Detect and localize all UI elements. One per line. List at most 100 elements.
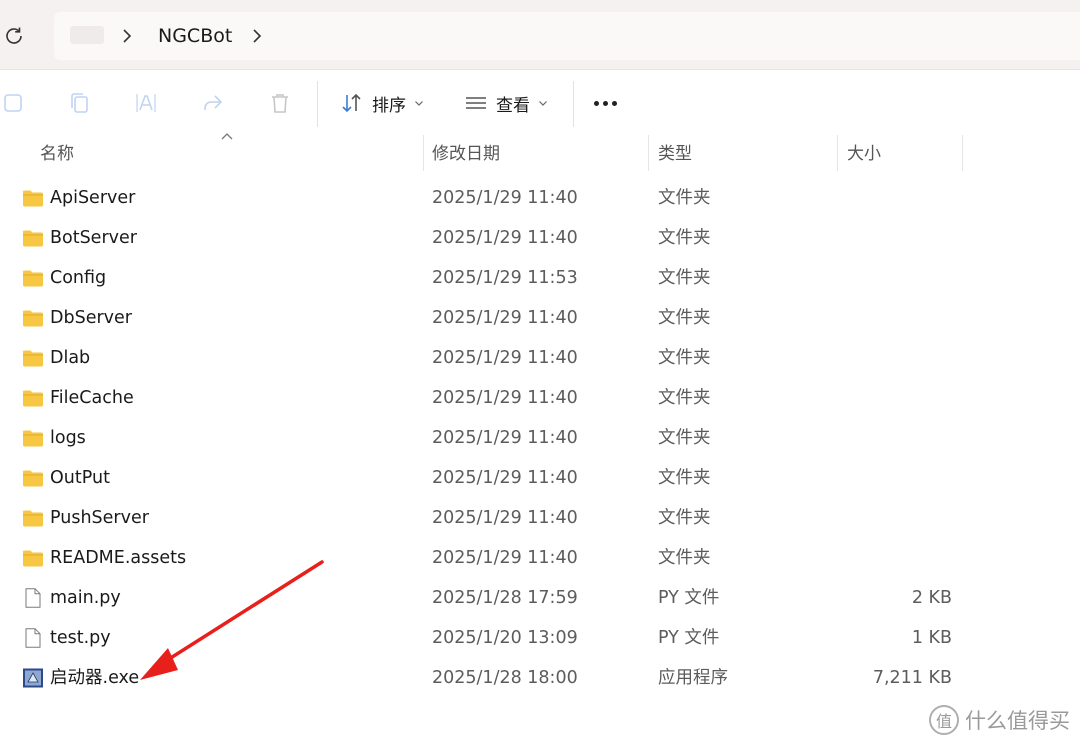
file-date: 2025/1/28 18:00 [432,668,578,688]
file-name: README.assets [50,548,187,568]
copy-icon[interactable] [68,91,92,115]
file-name: ApiServer [50,188,136,208]
file-date: 2025/1/29 11:40 [432,348,578,368]
file-date: 2025/1/29 11:40 [432,508,578,528]
file-date: 2025/1/29 11:40 [432,308,578,328]
file-date: 2025/1/29 11:40 [432,428,578,448]
column-divider[interactable] [962,135,963,171]
address-bar: NGCBot [0,0,1080,70]
sort-icon [342,93,361,113]
file-date: 2025/1/29 11:40 [432,228,578,248]
file-row[interactable]: DbServer 2025/1/29 11:40 文件夹 [0,298,1080,338]
file-type: 文件夹 [658,348,711,368]
view-button[interactable]: 查看 [464,88,548,118]
column-header-name[interactable]: 名称 [40,135,74,173]
file-type: 文件夹 [658,188,711,208]
share-icon[interactable] [201,91,225,115]
file-row[interactable]: Config 2025/1/29 11:53 文件夹 [0,258,1080,298]
breadcrumb-item-ngcbot[interactable]: NGCBot [158,24,232,48]
folder-icon [23,230,43,247]
file-row[interactable]: ApiServer 2025/1/29 11:40 文件夹 [0,178,1080,218]
file-row[interactable]: logs 2025/1/29 11:40 文件夹 [0,418,1080,458]
file-date: 2025/1/28 17:59 [432,588,578,608]
command-bar: 排序 查看 [0,71,1080,135]
file-name: Dlab [50,348,91,368]
file-type: 文件夹 [658,268,711,288]
cut-icon[interactable] [2,91,26,115]
file-type: PY 文件 [658,588,720,608]
sort-label: 排序 [372,95,406,116]
delete-icon[interactable] [268,91,292,115]
folder-icon [23,510,43,527]
file-type: PY 文件 [658,628,720,648]
file-date: 2025/1/29 11:53 [432,268,578,288]
watermark-logo-icon: 值 [929,705,959,735]
file-name: 启动器.exe [50,668,140,688]
file-type: 应用程序 [658,668,728,688]
folder-icon [23,350,43,367]
watermark-text: 什么值得买 [965,709,1070,733]
column-divider[interactable] [423,135,424,171]
column-divider[interactable] [648,135,649,171]
toolbar-separator [573,81,574,127]
folder-icon [23,470,43,487]
file-size: 1 KB [911,628,952,648]
view-label: 查看 [496,95,530,116]
file-name: DbServer [50,308,132,328]
file-date: 2025/1/29 11:40 [432,188,578,208]
view-icon [466,97,486,109]
file-type: 文件夹 [658,428,711,448]
sort-button[interactable]: 排序 [340,88,424,118]
folder-icon [23,430,43,447]
file-row[interactable]: test.py 2025/1/20 13:09 PY 文件 1 KB [0,618,1080,658]
file-type: 文件夹 [658,468,711,488]
file-name: BotServer [50,228,137,248]
folder-icon [23,270,43,287]
chevron-down-icon [415,101,423,106]
breadcrumb-root-item[interactable] [70,26,104,44]
refresh-icon[interactable] [2,24,26,48]
file-list: ApiServer 2025/1/29 11:40 文件夹 BotServer … [0,178,1080,698]
file-row[interactable]: FileCache 2025/1/29 11:40 文件夹 [0,378,1080,418]
file-type: 文件夹 [658,548,711,568]
file-icon [25,628,41,648]
file-date: 2025/1/29 11:40 [432,388,578,408]
file-row[interactable]: Dlab 2025/1/29 11:40 文件夹 [0,338,1080,378]
file-date: 2025/1/20 13:09 [432,628,578,648]
watermark: 值 什么值得买 [929,705,1070,735]
file-size: 7,211 KB [872,668,952,688]
folder-icon [23,390,43,407]
rename-icon[interactable] [134,91,158,115]
file-row[interactable]: OutPut 2025/1/29 11:40 文件夹 [0,458,1080,498]
column-header-date[interactable]: 修改日期 [432,135,500,173]
exe-icon [23,668,43,688]
file-row[interactable]: 启动器.exe 2025/1/28 18:00 应用程序 7,211 KB [0,658,1080,698]
file-row[interactable]: README.assets 2025/1/29 11:40 文件夹 [0,538,1080,578]
file-row[interactable]: BotServer 2025/1/29 11:40 文件夹 [0,218,1080,258]
file-type: 文件夹 [658,308,711,328]
file-name: main.py [50,588,121,608]
file-name: OutPut [50,468,110,488]
folder-icon [23,310,43,327]
sort-ascending-icon [221,133,233,140]
more-options-icon[interactable] [594,101,617,106]
file-date: 2025/1/29 11:40 [432,468,578,488]
file-size: 2 KB [911,588,952,608]
file-name: FileCache [50,388,134,408]
toolbar-separator [317,81,318,127]
file-type: 文件夹 [658,508,711,528]
chevron-right-icon[interactable] [120,27,134,45]
column-divider[interactable] [837,135,838,171]
column-header-type[interactable]: 类型 [658,135,692,173]
file-icon [25,588,41,608]
column-header-size[interactable]: 大小 [847,135,881,173]
file-name: test.py [50,628,111,648]
file-name: Config [50,268,107,288]
file-row[interactable]: main.py 2025/1/28 17:59 PY 文件 2 KB [0,578,1080,618]
column-header-row: 名称 修改日期 类型 大小 [0,133,1080,175]
file-row[interactable]: PushServer 2025/1/29 11:40 文件夹 [0,498,1080,538]
file-name: PushServer [50,508,149,528]
folder-icon [23,190,43,207]
chevron-right-icon[interactable] [250,27,264,45]
file-type: 文件夹 [658,388,711,408]
